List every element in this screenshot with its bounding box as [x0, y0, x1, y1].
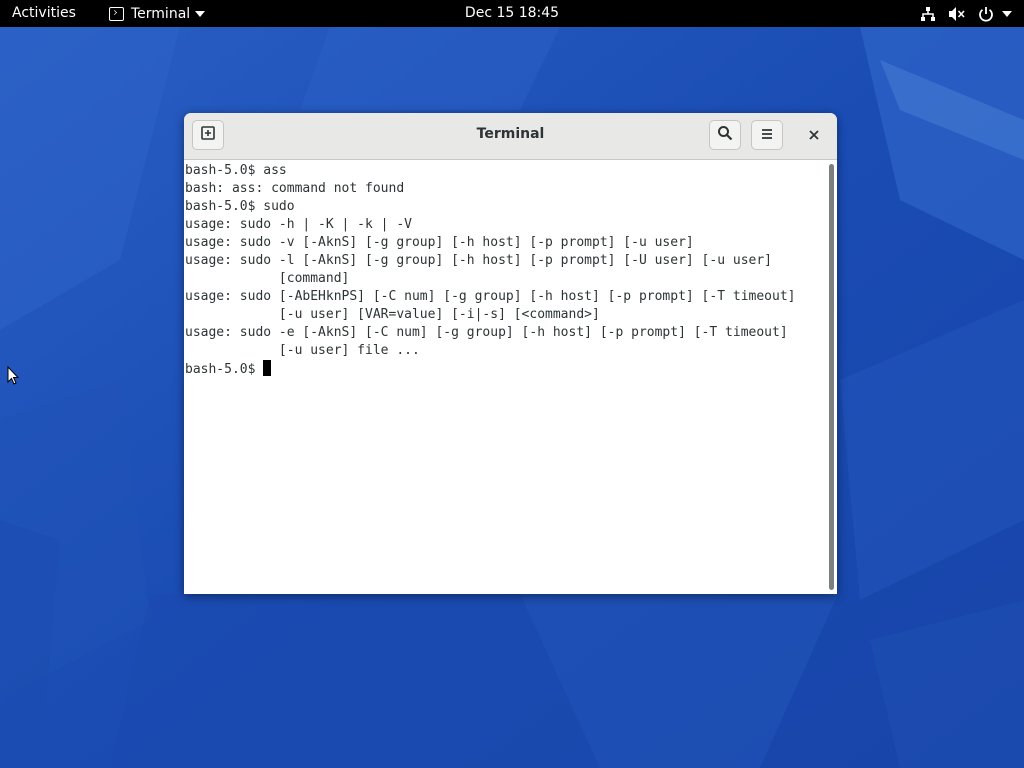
desktop[interactable]: Activities Terminal Dec 15 18:45 Termina… — [0, 0, 1024, 768]
search-button[interactable] — [709, 120, 741, 150]
system-tray[interactable] — [920, 4, 1012, 24]
window-headerbar[interactable]: Terminal — [184, 113, 837, 160]
chevron-down-icon — [1002, 11, 1012, 17]
terminal-scrollbar[interactable] — [825, 160, 837, 594]
mouse-pointer-icon — [7, 366, 19, 385]
search-icon — [717, 125, 733, 145]
top-bar: Activities Terminal Dec 15 18:45 — [0, 0, 1024, 27]
scrollbar-thumb[interactable] — [829, 164, 834, 590]
volume-muted-icon — [948, 6, 966, 22]
terminal-app-icon — [109, 7, 124, 21]
terminal-prompt-line[interactable]: bash-5.0$ — [185, 360, 272, 379]
menu-button[interactable] — [751, 120, 783, 150]
terminal-prompt: bash-5.0$ — [185, 362, 256, 377]
close-button[interactable] — [800, 121, 828, 149]
new-tab-button[interactable] — [192, 120, 224, 150]
hamburger-menu-icon — [760, 126, 774, 145]
terminal-window[interactable]: Terminal bash-5.0$ ass bash: ass: comman… — [184, 113, 837, 594]
close-icon — [808, 126, 820, 145]
terminal-output[interactable]: bash-5.0$ ass bash: ass: command not fou… — [185, 162, 795, 360]
text-cursor — [263, 360, 272, 376]
new-tab-icon — [200, 125, 216, 145]
app-menu-label: Terminal — [131, 6, 191, 22]
network-icon — [920, 6, 936, 22]
activities-button[interactable]: Activities — [12, 5, 76, 21]
power-icon — [978, 6, 994, 22]
app-menu-button[interactable]: Terminal — [109, 4, 206, 24]
terminal-body[interactable]: bash-5.0$ ass bash: ass: command not fou… — [184, 160, 837, 594]
app-menu-dropdown-icon — [195, 11, 206, 17]
clock[interactable]: Dec 15 18:45 — [465, 5, 559, 21]
